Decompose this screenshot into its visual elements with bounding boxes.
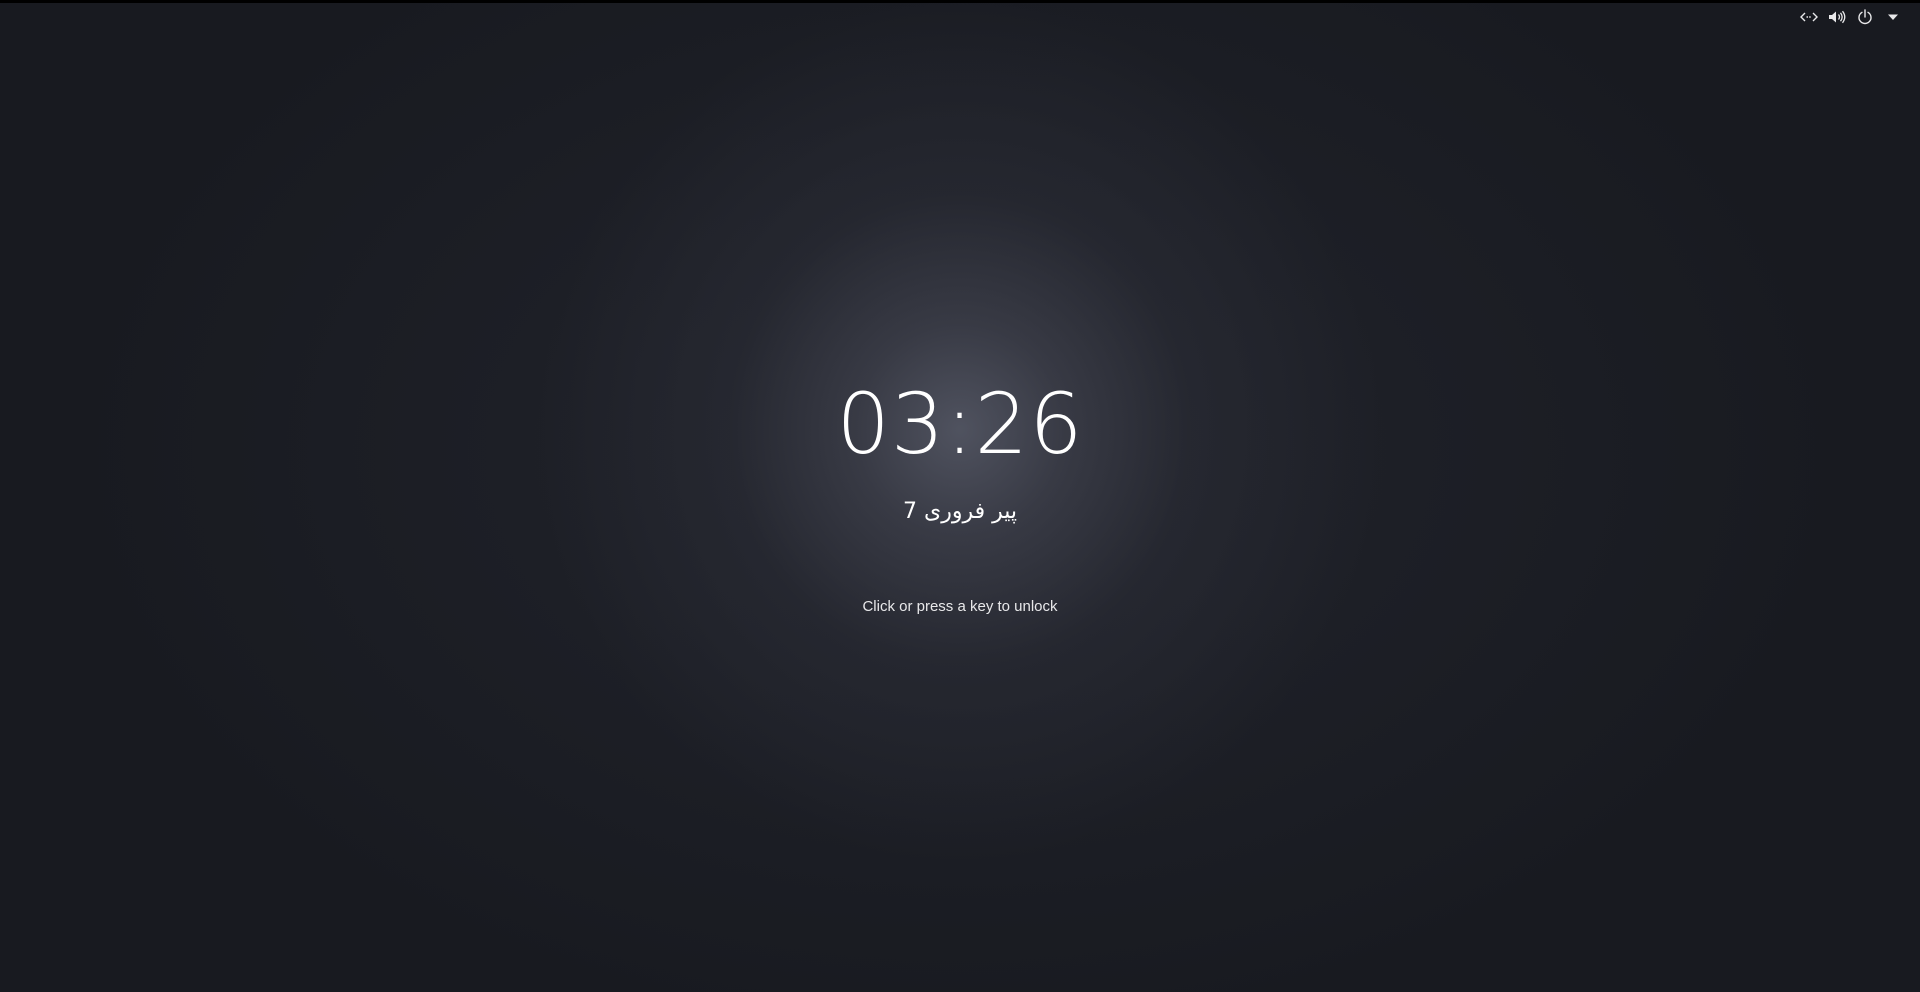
unlock-hint: Click or press a key to unlock <box>862 598 1058 615</box>
clock: 03:26 <box>836 375 1084 473</box>
network-wired-icon[interactable] <box>1800 8 1818 26</box>
date: پیر فروری 7 <box>902 499 1017 524</box>
menu-arrow-down-icon[interactable] <box>1884 8 1902 26</box>
top-bar <box>0 0 1920 3</box>
system-indicators <box>1800 7 1902 27</box>
lock-screen[interactable]: 03:26 پیر فروری 7 Click or press a key t… <box>0 0 1920 992</box>
volume-icon[interactable] <box>1828 8 1846 26</box>
power-icon[interactable] <box>1856 8 1874 26</box>
